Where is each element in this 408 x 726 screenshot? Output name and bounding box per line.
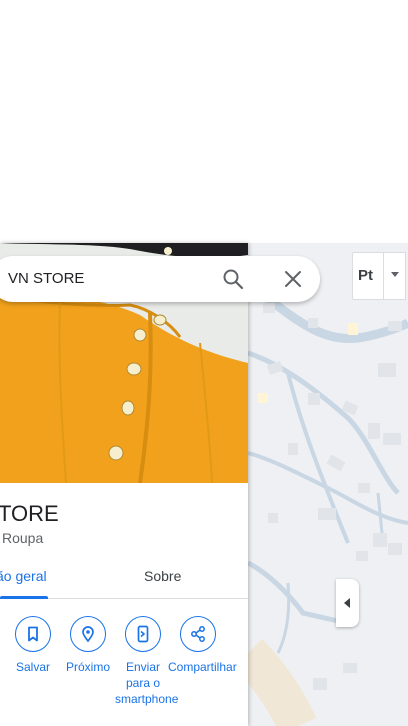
chevron-down-icon [391, 272, 399, 277]
place-title: TORE [0, 501, 59, 526]
send-to-phone-icon [125, 616, 161, 652]
share-icon [180, 616, 216, 652]
close-icon[interactable] [280, 266, 306, 292]
nearby-label: Próximo [65, 660, 110, 674]
layers-label: Pt [358, 267, 373, 284]
share-label: Compartilhar [168, 660, 237, 674]
blank-area [0, 0, 408, 243]
chevron-left-icon [344, 598, 350, 608]
layers-dropdown[interactable] [384, 252, 406, 300]
tab-active-indicator [0, 596, 48, 599]
share-button[interactable]: Compartilhar [168, 616, 237, 675]
nearby-button[interactable]: Próximo [60, 616, 116, 675]
nearby-icon [70, 616, 106, 652]
send-to-phone-button[interactable]: Enviar para o smartphone [115, 616, 179, 707]
save-button[interactable]: Salvar [5, 616, 61, 675]
collapse-panel-button[interactable] [336, 579, 359, 627]
bookmark-icon [15, 616, 51, 652]
map-roads [248, 243, 408, 726]
search-input[interactable]: VN STORE [8, 270, 84, 287]
send-to-phone-label: Enviar para o smartphone [115, 660, 179, 706]
place-category[interactable]: Roupa [2, 530, 43, 546]
tab-overview[interactable]: ão geral [0, 568, 47, 584]
tab-bar: ão geral Sobre [0, 559, 248, 599]
tab-about[interactable]: Sobre [144, 568, 181, 584]
layers-button[interactable]: Pt [352, 252, 384, 300]
search-box[interactable]: VN STORE [0, 256, 320, 302]
search-icon[interactable] [220, 266, 246, 292]
save-label: Salvar [15, 660, 50, 674]
map-canvas[interactable] [248, 243, 408, 726]
